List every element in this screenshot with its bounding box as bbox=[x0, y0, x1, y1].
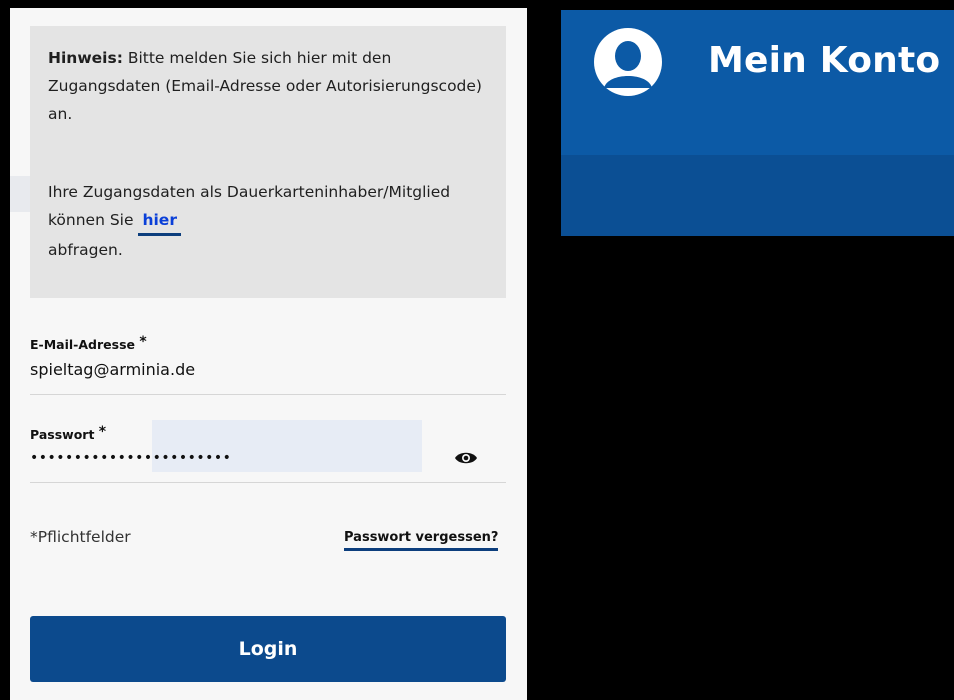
info-paragraph: Ihre Zugangsdaten als Dauerkarteninhaber… bbox=[48, 178, 488, 264]
account-header-lower bbox=[561, 155, 954, 236]
required-note: *Pflichtfelder bbox=[30, 528, 131, 546]
email-label: E-Mail-Adresse * bbox=[30, 334, 147, 352]
password-label: Passwort * bbox=[30, 424, 107, 442]
account-title: Mein Konto bbox=[708, 40, 941, 81]
account-header: Mein Konto bbox=[561, 10, 954, 236]
hint-box: Hinweis: Bitte melden Sie sich hier mit … bbox=[30, 26, 506, 298]
hier-link[interactable]: hier bbox=[138, 209, 181, 236]
login-button[interactable]: Login bbox=[30, 616, 506, 682]
password-field[interactable]: ••••••••••••••••••••••• bbox=[30, 450, 231, 466]
hint-paragraph: Hinweis: Bitte melden Sie sich hier mit … bbox=[48, 44, 488, 128]
eye-icon[interactable] bbox=[454, 450, 478, 466]
forgot-password-link[interactable]: Passwort vergessen? bbox=[344, 530, 499, 551]
info-suffix: abfragen. bbox=[48, 241, 123, 259]
user-avatar-icon[interactable] bbox=[592, 26, 664, 98]
login-panel: Hinweis: Bitte melden Sie sich hier mit … bbox=[10, 8, 527, 700]
password-underline bbox=[30, 482, 506, 483]
email-underline bbox=[30, 394, 506, 395]
hint-label: Hinweis: bbox=[48, 49, 123, 67]
info-text: Ihre Zugangsdaten als Dauerkarteninhaber… bbox=[48, 183, 451, 229]
email-field[interactable]: spieltag@arminia.de bbox=[30, 360, 195, 379]
